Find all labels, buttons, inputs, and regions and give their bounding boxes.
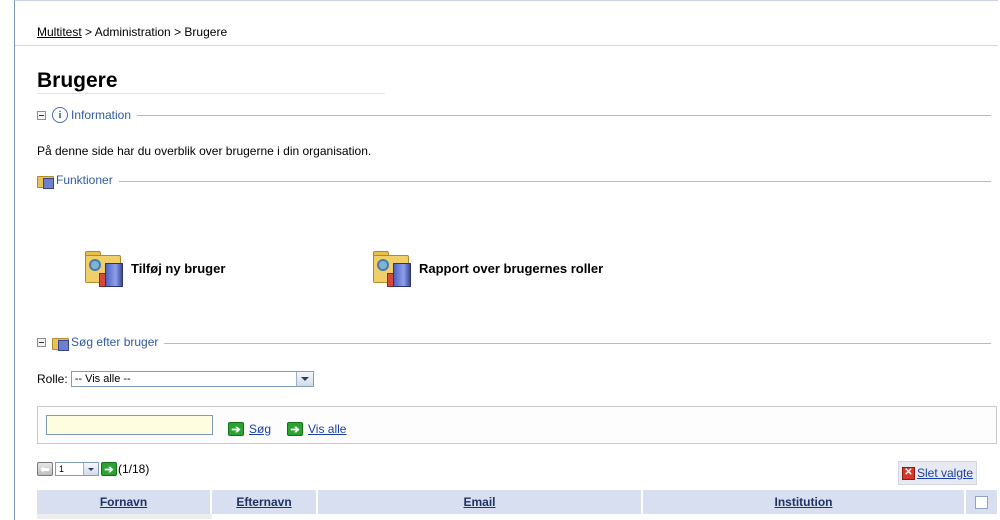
breadcrumb-item-current: Brugere bbox=[184, 25, 228, 39]
page-select-value: 1 bbox=[59, 464, 65, 474]
information-toggle[interactable]: i Information bbox=[37, 107, 138, 123]
red-x-icon: ✕ bbox=[902, 466, 915, 480]
role-report-label: Rapport over brugernes roller bbox=[419, 260, 604, 276]
column-header-fornavn[interactable]: Fornavn bbox=[37, 490, 212, 514]
column-header-efternavn[interactable]: Efternavn bbox=[212, 490, 318, 514]
title-divider bbox=[37, 93, 385, 94]
search-panel: ➔ Søg ➔ Vis alle bbox=[37, 406, 997, 444]
table-row bbox=[37, 514, 212, 519]
green-arrow-right-icon: ➔ bbox=[228, 422, 244, 436]
breadcrumb-link-multitest[interactable]: Multitest bbox=[37, 25, 82, 39]
role-report-button[interactable]: Rapport over brugernes roller bbox=[371, 249, 603, 287]
breadcrumb-separator: > bbox=[81, 25, 95, 39]
role-select[interactable]: -- Vis alle -- bbox=[70, 371, 314, 387]
search-section-toggle[interactable]: Søg efter bruger bbox=[37, 335, 165, 351]
page-select[interactable]: 1 bbox=[55, 462, 99, 476]
role-filter-label: Rolle: bbox=[37, 372, 68, 386]
column-header-email[interactable]: Email bbox=[318, 490, 643, 514]
search-section-label: Søg efter bruger bbox=[71, 335, 159, 349]
chevron-down-icon[interactable] bbox=[295, 372, 313, 386]
page-count: (1/18) bbox=[118, 462, 150, 476]
folder-tools-icon bbox=[83, 249, 127, 287]
pager: ⬅ 1 ➔ (1/18) bbox=[37, 462, 149, 476]
breadcrumb: Multitest > Administration > Brugere bbox=[37, 25, 227, 39]
search-input[interactable] bbox=[46, 415, 213, 435]
breadcrumb-separator: > bbox=[170, 25, 185, 39]
add-user-label: Tilføj ny bruger bbox=[131, 260, 226, 276]
breadcrumb-bar: Multitest > Administration > Brugere bbox=[15, 1, 998, 46]
add-user-button[interactable]: Tilføj ny bruger bbox=[83, 249, 225, 287]
page-description: På denne side har du overblik over bruge… bbox=[37, 144, 372, 158]
folder-tools-icon bbox=[52, 336, 69, 351]
show-all-label: Vis alle bbox=[308, 422, 347, 436]
table-header: Fornavn Efternavn Email Institution bbox=[37, 490, 997, 514]
role-select-value: -- Vis alle -- bbox=[74, 373, 131, 385]
funktioner-section-label: Funktioner bbox=[56, 173, 113, 187]
delete-selected-button[interactable]: ✕ Slet valgte bbox=[898, 461, 978, 485]
show-all-button[interactable]: ➔ Vis alle bbox=[287, 422, 346, 436]
page-title: Brugere bbox=[37, 69, 118, 92]
green-arrow-right-icon[interactable]: ➔ bbox=[101, 462, 117, 476]
information-section-header: i Information bbox=[37, 107, 997, 123]
section-divider bbox=[37, 115, 991, 116]
collapse-minus-icon[interactable] bbox=[37, 110, 46, 120]
info-icon: i bbox=[52, 107, 68, 123]
select-all-checkbox[interactable] bbox=[975, 495, 988, 509]
section-divider bbox=[37, 343, 991, 344]
folder-tools-icon bbox=[371, 249, 415, 287]
select-all-column bbox=[966, 490, 997, 514]
information-section-label: Information bbox=[71, 108, 132, 122]
collapse-minus-icon[interactable] bbox=[37, 337, 46, 347]
green-arrow-right-icon: ➔ bbox=[287, 422, 303, 436]
arrow-left-icon[interactable]: ⬅ bbox=[37, 462, 53, 476]
delete-selected-label: Slet valgte bbox=[917, 466, 974, 480]
chevron-down-icon[interactable] bbox=[83, 463, 98, 475]
search-button-label: Søg bbox=[249, 422, 272, 436]
search-button[interactable]: ➔ Søg bbox=[228, 422, 271, 436]
search-section-header: Søg efter bruger bbox=[37, 335, 997, 351]
main-pane: Multitest > Administration > Brugere Bru… bbox=[15, 1, 998, 520]
folder-tools-icon bbox=[37, 174, 54, 189]
content-frame: Multitest > Administration > Brugere Bru… bbox=[14, 0, 998, 520]
funktioner-heading: Funktioner bbox=[37, 173, 119, 189]
section-divider bbox=[37, 181, 991, 182]
role-filter: Rolle: -- Vis alle -- bbox=[37, 371, 314, 387]
funktioner-section-header: Funktioner bbox=[37, 173, 997, 189]
column-header-institution[interactable]: Institution bbox=[643, 490, 966, 514]
breadcrumb-item-administration: Administration bbox=[94, 25, 171, 39]
